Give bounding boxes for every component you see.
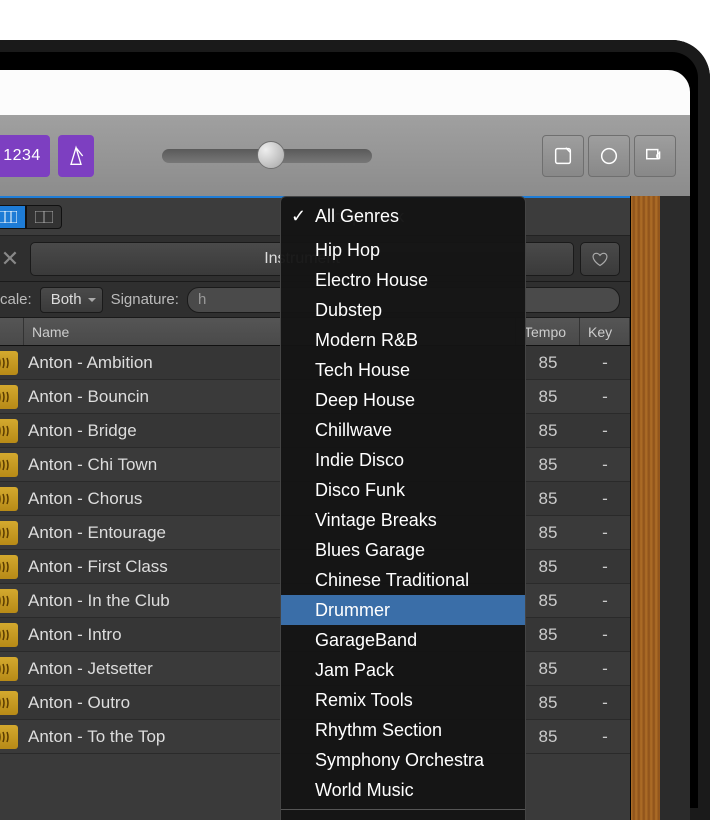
scale-select[interactable]: Both xyxy=(40,287,103,313)
menu-item[interactable]: Indie Disco xyxy=(281,445,525,475)
loop-browser-button[interactable] xyxy=(588,135,630,177)
menu-item[interactable]: Jam Pack xyxy=(281,655,525,685)
menu-item[interactable]: Symphony Orchestra xyxy=(281,745,525,775)
device-frame: 1234 xyxy=(0,40,710,820)
lcd-counter[interactable]: 1234 xyxy=(0,135,50,177)
column-key[interactable]: Key xyxy=(580,318,630,345)
loop-key: - xyxy=(580,625,630,645)
view-button-column[interactable] xyxy=(0,205,26,229)
menu-item[interactable]: Remix Tools xyxy=(281,685,525,715)
menu-item[interactable]: Blues Garage xyxy=(281,535,525,565)
loop-type-icon[interactable] xyxy=(0,691,18,715)
loop-icon xyxy=(598,145,620,167)
loop-key: - xyxy=(580,523,630,543)
grid-view-icon xyxy=(35,211,53,223)
heart-icon xyxy=(591,251,609,267)
loop-key: - xyxy=(580,659,630,679)
media-browser-button[interactable] xyxy=(634,135,676,177)
loop-type-icon[interactable] xyxy=(0,419,18,443)
metronome-icon xyxy=(66,145,86,167)
menu-item[interactable]: Disco Funk xyxy=(281,475,525,505)
menu-item[interactable]: Modern R&B xyxy=(281,325,525,355)
loop-type-icon[interactable] xyxy=(0,623,18,647)
screen: 1234 xyxy=(0,70,690,820)
menu-item[interactable]: Drummer xyxy=(281,595,525,625)
loop-key: - xyxy=(580,557,630,577)
loop-key: - xyxy=(580,455,630,475)
loop-type-icon[interactable] xyxy=(0,555,18,579)
loop-type-icon[interactable] xyxy=(0,521,18,545)
loop-type-icon[interactable] xyxy=(0,725,18,749)
loop-key: - xyxy=(580,489,630,509)
loop-key: - xyxy=(580,421,630,441)
menu-separator xyxy=(281,809,525,810)
view-button-grid[interactable] xyxy=(26,205,62,229)
genre-menu[interactable]: All Genres Hip HopElectro HouseDubstepMod… xyxy=(280,196,526,820)
slider-thumb[interactable] xyxy=(257,141,285,169)
loop-type-icon[interactable] xyxy=(0,589,18,613)
menu-item[interactable]: GarageBand xyxy=(281,625,525,655)
loop-type-icon[interactable] xyxy=(0,385,18,409)
media-icon xyxy=(644,145,666,167)
menu-item[interactable]: Chillwave xyxy=(281,415,525,445)
column-view-icon xyxy=(0,211,17,223)
note-pad-icon xyxy=(552,145,574,167)
menu-item[interactable]: Electro House xyxy=(281,265,525,295)
wood-side-panel xyxy=(630,196,660,820)
menu-item[interactable]: Tech House xyxy=(281,355,525,385)
editors-button[interactable] xyxy=(542,135,584,177)
menu-item[interactable]: All Genres xyxy=(281,201,525,231)
scale-label: Scale: xyxy=(0,291,32,308)
volume-slider[interactable] xyxy=(162,149,372,163)
menu-item[interactable]: Vintage Breaks xyxy=(281,505,525,535)
loop-key: - xyxy=(580,353,630,373)
menu-item[interactable]: Rhythm Section xyxy=(281,715,525,745)
menu-item[interactable]: Dubstep xyxy=(281,295,525,325)
column-icon[interactable] xyxy=(0,318,24,345)
loop-key: - xyxy=(580,387,630,407)
toolbar: 1234 xyxy=(0,115,690,196)
close-filter-button[interactable]: ✕ xyxy=(0,246,30,272)
window-chrome-strip xyxy=(0,70,690,115)
loop-key: - xyxy=(580,591,630,611)
loop-key: - xyxy=(580,727,630,747)
metronome-button[interactable] xyxy=(58,135,94,177)
loop-type-icon[interactable] xyxy=(0,453,18,477)
menu-item-reindex[interactable]: Reindex All Loops xyxy=(281,814,525,820)
signature-label: Signature: xyxy=(111,291,179,308)
loop-type-icon[interactable] xyxy=(0,487,18,511)
menu-item[interactable]: Deep House xyxy=(281,385,525,415)
favorites-button[interactable] xyxy=(580,242,620,276)
loop-type-icon[interactable] xyxy=(0,657,18,681)
loop-key: - xyxy=(580,693,630,713)
menu-item[interactable]: Chinese Traditional xyxy=(281,565,525,595)
menu-item[interactable]: Hip Hop xyxy=(281,235,525,265)
loop-type-icon[interactable] xyxy=(0,351,18,375)
menu-item[interactable]: World Music xyxy=(281,775,525,805)
